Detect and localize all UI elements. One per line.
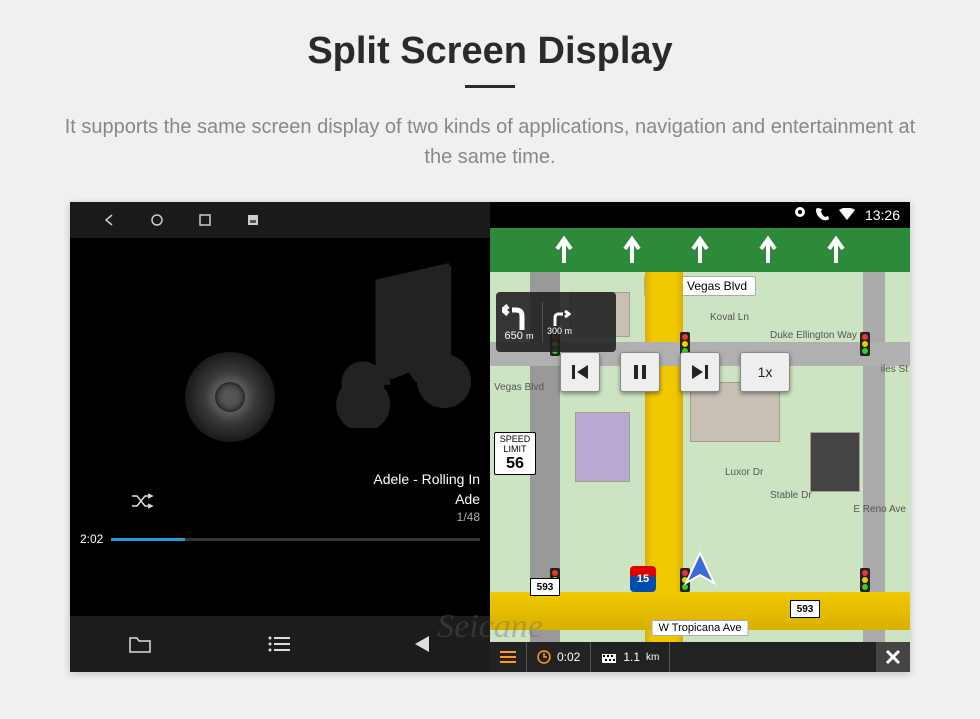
sim-next-button[interactable] [680,352,720,392]
sim-pause-button[interactable] [620,352,660,392]
street-label: Koval Ln [710,312,749,323]
street-label: Luxor Dr [725,467,763,478]
title-divider [465,85,515,88]
speed-limit-value: 56 [495,455,535,473]
previous-track-icon[interactable] [406,630,434,658]
back-icon[interactable] [100,211,118,229]
sim-speed-button[interactable]: 1x [740,352,790,392]
eta-time[interactable]: 0:02 [527,642,591,672]
music-toolbar [70,616,490,672]
speed-limit-label: SPEED LIMIT [495,435,535,455]
recent-apps-icon[interactable] [196,211,214,229]
elapsed-time: 2:02 [80,532,103,546]
close-button[interactable] [876,642,910,672]
clock-time: 13:26 [865,207,900,223]
android-nav-bar [70,202,490,238]
eta-dist-unit: km [646,652,659,663]
street-label: Vegas Blvd [494,382,544,393]
wifi-icon [839,207,855,223]
sim-playback-controls: 1x [560,352,890,392]
track-info: Adele - Rolling In Ade 1/48 [373,470,480,526]
vehicle-cursor-icon [680,549,720,594]
route-shield: 593 [790,600,820,618]
street-label: Duke Ellington Way [770,330,857,341]
page-title: Split Screen Display [0,30,980,73]
music-note-icon [300,248,480,428]
eta-distance[interactable]: 1.1 km [591,642,670,672]
shuffle-icon[interactable] [130,491,156,516]
lane-arrow-icon [623,233,641,268]
navigation-pane: 13:26 S Las Vegas Blvd Vegas Blvd Koval … [490,202,910,672]
nav-bottom-bar: 0:02 1.1 km [490,642,910,672]
page-subtitle: It supports the same screen display of t… [55,112,925,172]
speed-limit-sign: SPEED LIMIT 56 [494,432,536,475]
track-artist: Ade [373,490,480,510]
progress-bar[interactable]: 2:02 [80,532,480,546]
phone-icon [815,207,829,224]
turn-next-distance: 300 [547,326,562,336]
menu-button[interactable] [490,642,527,672]
album-art-area: Adele - Rolling In Ade 1/48 2:02 [70,238,490,616]
album-disc [185,352,275,442]
lane-arrow-icon [827,233,845,268]
music-pane: Adele - Rolling In Ade 1/48 2:02 [70,202,490,672]
interstate-shield: 15 [630,566,656,592]
lane-arrow-icon [555,233,573,268]
playlist-icon[interactable] [266,630,294,658]
street-label: Stable Dr [770,490,812,501]
turn-instruction: 650 m 300 m [496,292,616,352]
status-bar: 13:26 [490,202,910,228]
home-icon[interactable] [148,211,166,229]
bottom-road-label: W Tropicana Ave [652,620,749,636]
lane-arrow-icon [691,233,709,268]
eta-time-value: 0:02 [557,650,580,664]
track-title: Adele - Rolling In [373,470,480,490]
turn-main-distance: 650 [505,330,523,342]
eta-dist-value: 1.1 [623,650,640,664]
folder-icon[interactable] [126,630,154,658]
street-label: E Reno Ave [853,504,906,515]
sim-prev-button[interactable] [560,352,600,392]
track-count: 1/48 [373,509,480,526]
lane-arrow-icon [759,233,777,268]
screenshot-icon[interactable] [244,211,262,229]
lane-guidance [490,228,910,272]
route-shield: 593 [530,578,560,596]
turn-next-unit: m [565,326,573,336]
split-screen-device: Adele - Rolling In Ade 1/48 2:02 [70,202,910,672]
location-icon [795,207,805,224]
turn-main-unit: m [526,331,534,341]
